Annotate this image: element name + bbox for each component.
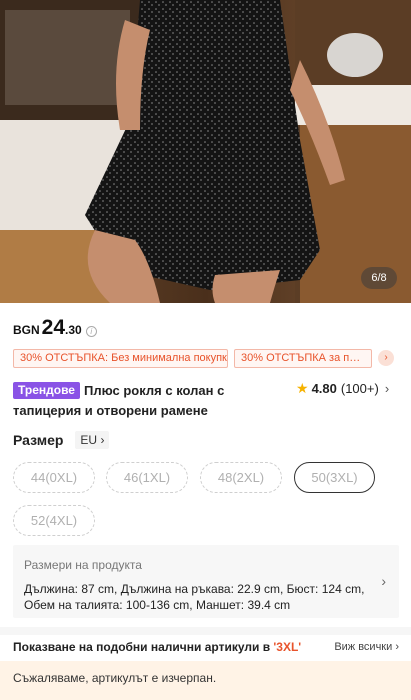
rating[interactable]: ★ 4.80 (100+) ›: [296, 380, 389, 397]
chevron-right-icon: ›: [395, 641, 399, 653]
measure-value: 100-136 cm: [125, 598, 190, 612]
info-icon[interactable]: i: [85, 326, 97, 337]
measurements-title: Размери на продукта: [24, 558, 142, 572]
chevron-right-icon: ›: [384, 381, 390, 396]
coupon-no-minimum[interactable]: 30% ОТСТЪПКА: Без минимална покупка: [13, 348, 228, 368]
section-divider: [0, 627, 411, 635]
measure-key: Маншет:: [195, 598, 245, 612]
coupon-order[interactable]: 30% ОТСТЪПКА за поръ...: [234, 348, 372, 368]
view-all-label: Виж всички: [334, 641, 393, 653]
image-counter: 6/8: [361, 267, 397, 289]
product-image-gallery[interactable]: 6/8: [0, 0, 411, 303]
size-option-46[interactable]: 46(1XL): [106, 462, 188, 493]
size-option-52[interactable]: 52(4XL): [13, 505, 95, 536]
review-count: (100+): [340, 381, 379, 396]
size-option-48[interactable]: 48(2XL): [200, 462, 282, 493]
chevron-right-icon[interactable]: ›: [378, 350, 394, 366]
size-option-50-selected[interactable]: 50(3XL): [294, 462, 375, 493]
measure-key: Бюст:: [286, 582, 319, 596]
coupon-strip: 30% ОТСТЪПКА: Без минимална покупка 30% …: [13, 348, 399, 368]
size-label: Размер: [13, 432, 64, 448]
trending-badge: Трендове: [13, 382, 80, 399]
product-title: Трендове Плюс рокля с колан с тапицерия и…: [13, 381, 293, 421]
chevron-right-icon: ›: [381, 573, 386, 589]
size-option-44[interactable]: 44(0XL): [13, 462, 95, 493]
sold-out-banner: Съжаляваме, артикулът е изчерпан.: [0, 661, 411, 700]
measure-value: 87 cm: [81, 582, 115, 596]
measure-key: Дължина на ръкава:: [120, 582, 234, 596]
size-region-label: EU: [80, 433, 98, 447]
price-integer: 24: [41, 316, 66, 339]
similar-items-label: Показване на подобни налични артикули в: [13, 640, 271, 654]
size-header: Размер EU ›: [13, 431, 110, 449]
measure-value: 124 cm: [321, 582, 362, 596]
similar-items-text: Показване на подобни налични артикули в …: [13, 640, 301, 654]
star-icon: ★: [296, 380, 309, 396]
measure-key: Дължина:: [24, 582, 78, 596]
chevron-right-icon: ›: [100, 433, 105, 447]
similar-items-size: '3XL': [273, 640, 302, 654]
size-region-selector[interactable]: EU ›: [75, 431, 110, 449]
measure-value: 39.4 cm: [247, 598, 291, 612]
price: BGN 24 .30 i: [13, 316, 97, 340]
measure-value: 22.9 cm: [237, 582, 280, 596]
measure-key: Обем на талията:: [24, 598, 123, 612]
product-measurements[interactable]: Размери на продукта Дължина: 87 cm, Дълж…: [13, 545, 399, 618]
product-photo: [0, 0, 411, 303]
similar-items-bar: Показване на подобни налични артикули в …: [13, 640, 399, 654]
measurements-list: Дължина: 87 cm, Дължина на ръкава: 22.9 …: [24, 582, 365, 612]
price-decimal: .30: [65, 323, 82, 337]
rating-score: 4.80: [311, 381, 337, 396]
view-all-link[interactable]: Виж всички ›: [334, 641, 399, 653]
price-currency: BGN: [13, 323, 40, 337]
